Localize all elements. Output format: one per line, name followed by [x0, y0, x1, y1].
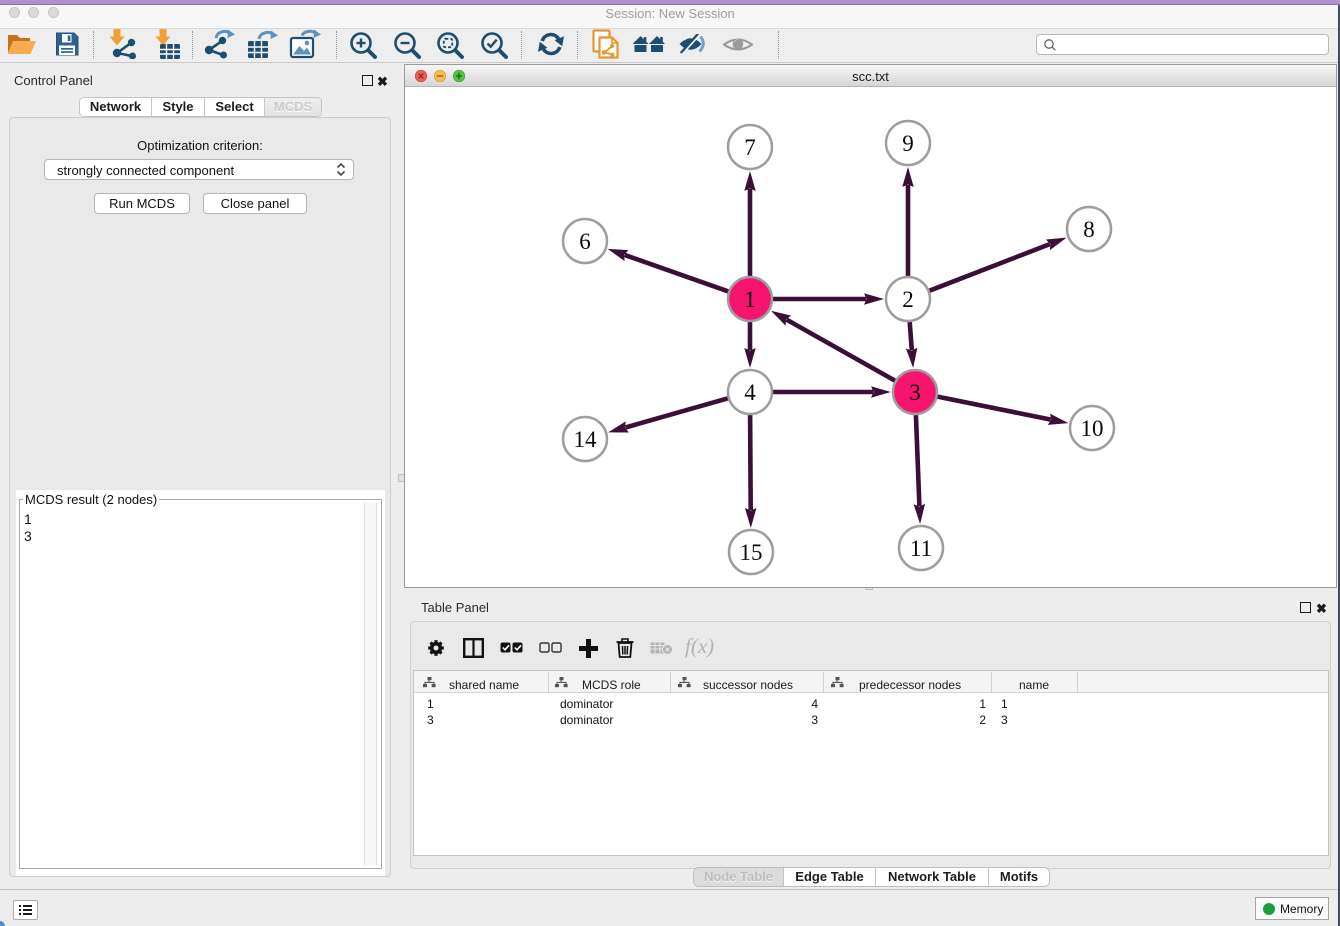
- svg-text:9: 9: [902, 131, 914, 156]
- svg-text:8: 8: [1083, 217, 1095, 242]
- svg-text:4: 4: [744, 380, 756, 405]
- svg-text:1: 1: [744, 287, 756, 312]
- svg-text:15: 15: [740, 540, 763, 565]
- svg-text:3: 3: [909, 380, 921, 405]
- svg-text:14: 14: [574, 427, 598, 452]
- svg-text:6: 6: [579, 229, 591, 254]
- svg-text:2: 2: [902, 287, 914, 312]
- svg-text:11: 11: [910, 536, 932, 561]
- svg-text:7: 7: [744, 135, 756, 160]
- svg-text:10: 10: [1081, 416, 1104, 441]
